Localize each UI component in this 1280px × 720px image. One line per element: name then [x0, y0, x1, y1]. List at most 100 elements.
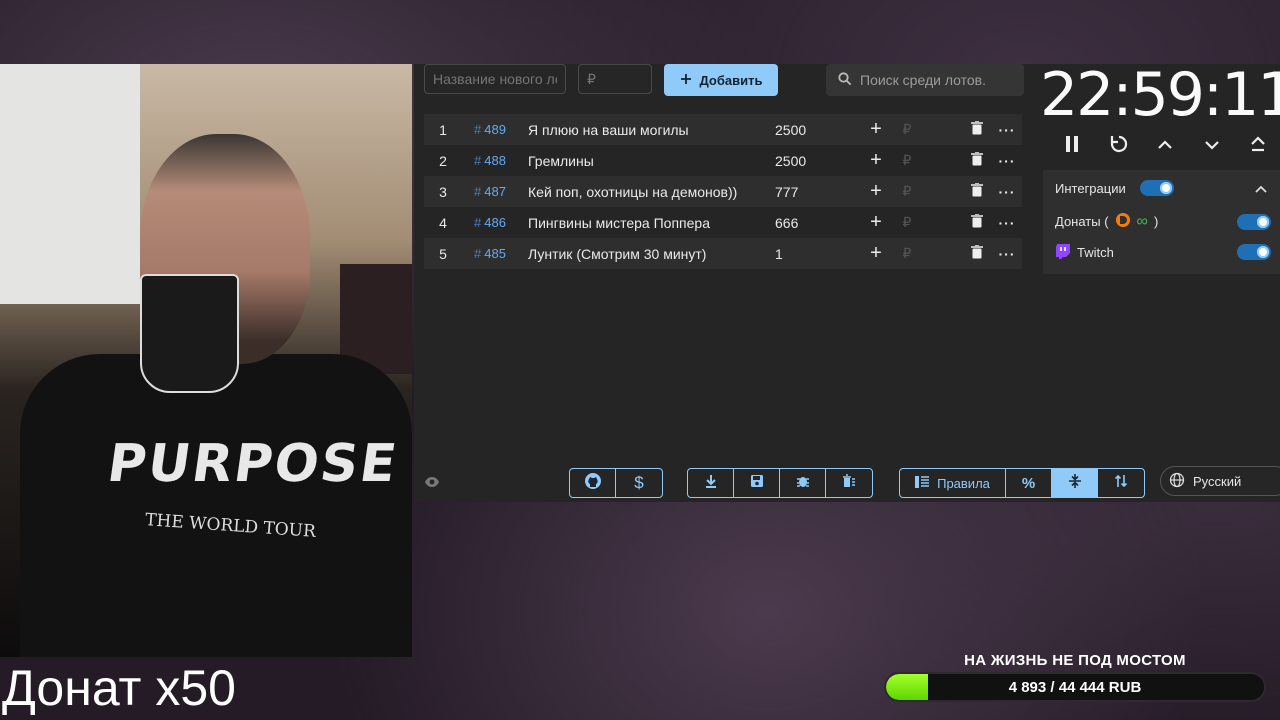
- donation-multiplier-text: Донат x50: [2, 660, 236, 716]
- delete-lot-button[interactable]: [962, 120, 992, 138]
- delete-lot-button[interactable]: [962, 151, 992, 169]
- add-amount-button[interactable]: +: [865, 211, 887, 234]
- download-button[interactable]: [688, 469, 734, 497]
- add-amount-button[interactable]: +: [865, 180, 887, 203]
- reset-timer-button[interactable]: [1097, 132, 1141, 160]
- increase-time-button[interactable]: [1143, 132, 1187, 160]
- lot-id: 485: [484, 246, 506, 261]
- lot-price-input[interactable]: [578, 64, 652, 94]
- lot-amount: 2500: [775, 121, 807, 138]
- lot-id-link[interactable]: #487: [462, 184, 518, 199]
- lot-add-amount-input[interactable]: ₽: [887, 214, 927, 231]
- add-amount-button[interactable]: +: [865, 118, 887, 141]
- clear-list-icon: [842, 473, 856, 493]
- chevron-up-icon[interactable]: [1255, 181, 1267, 196]
- plus-icon: +: [870, 242, 882, 264]
- globe-icon: [1169, 472, 1185, 491]
- add-amount-button[interactable]: +: [865, 242, 887, 265]
- more-options-button[interactable]: ···: [992, 184, 1022, 200]
- add-lot-label: Добавить: [699, 72, 763, 88]
- language-select[interactable]: Русский: [1160, 466, 1280, 496]
- lot-row: 4 #486 Пингвины мистера Поппера 666 + ₽ ···: [424, 207, 1022, 238]
- hash-icon: #: [474, 184, 482, 199]
- integrations-panel: Интеграции Донаты ( ∞ ) Twitch: [1043, 170, 1280, 274]
- timer-controls: [1050, 132, 1280, 160]
- lot-search[interactable]: Поиск среди лотов.: [826, 64, 1024, 96]
- clear-lots-button[interactable]: [826, 469, 872, 497]
- more-options-button[interactable]: ···: [992, 122, 1022, 138]
- lot-name-input[interactable]: [424, 64, 566, 94]
- rules-button[interactable]: Правила: [900, 469, 1006, 497]
- more-options-button[interactable]: ···: [992, 246, 1022, 262]
- hash-icon: #: [474, 246, 482, 261]
- bug-report-button[interactable]: [780, 469, 826, 497]
- auction-timer: 22:59:11: [1040, 60, 1280, 130]
- pause-icon: [1064, 135, 1080, 158]
- bug-icon: [796, 474, 810, 493]
- twitch-row: Twitch: [1055, 243, 1114, 262]
- lot-amount: 2500: [775, 152, 807, 169]
- github-button[interactable]: [570, 469, 616, 497]
- lot-add-amount-input[interactable]: ₽: [887, 183, 927, 200]
- lot-index: 2: [439, 152, 447, 169]
- lot-amount: 666: [775, 214, 799, 231]
- bottom-toolbar: $ Правила % Русский: [414, 466, 1280, 498]
- save-button[interactable]: [734, 469, 780, 497]
- lot-add-amount-input[interactable]: ₽: [887, 121, 927, 138]
- restart-icon: [1109, 134, 1129, 159]
- search-placeholder: Поиск среди лотов.: [860, 72, 986, 88]
- search-icon: [838, 71, 852, 89]
- delete-lot-button[interactable]: [962, 182, 992, 200]
- eject-icon: [1250, 135, 1266, 157]
- webcam-mug: [140, 274, 239, 393]
- lot-index: 1: [439, 121, 447, 138]
- lot-id-link[interactable]: #486: [462, 215, 518, 230]
- lot-index: 5: [439, 245, 447, 262]
- add-lot-button[interactable]: Добавить: [664, 64, 778, 96]
- donate-button[interactable]: $: [616, 469, 662, 497]
- lot-id-link[interactable]: #488: [462, 153, 518, 168]
- save-icon: [750, 474, 764, 493]
- donations-label: Донаты (: [1055, 214, 1109, 229]
- delete-lot-button[interactable]: [962, 213, 992, 231]
- decrease-time-button[interactable]: [1190, 132, 1234, 160]
- hash-icon: #: [474, 153, 482, 168]
- plus-icon: [680, 73, 692, 88]
- more-horizontal-icon: ···: [998, 214, 1016, 231]
- language-label: Русский: [1193, 473, 1242, 489]
- lot-id-link[interactable]: #489: [462, 122, 518, 137]
- lot-id-link[interactable]: #485: [462, 246, 518, 261]
- delete-lot-button[interactable]: [962, 244, 992, 262]
- trash-icon: [971, 120, 983, 138]
- more-options-button[interactable]: ···: [992, 215, 1022, 231]
- percent-button[interactable]: %: [1006, 469, 1052, 497]
- donationalerts-icon: [1115, 212, 1131, 231]
- lot-index: 3: [439, 183, 447, 200]
- file-button-group: [687, 468, 873, 498]
- donations-row: Донаты ( ∞ ): [1055, 212, 1158, 231]
- percent-icon: %: [1021, 474, 1036, 492]
- lot-add-amount-input[interactable]: ₽: [887, 152, 927, 169]
- pause-button[interactable]: [1050, 132, 1094, 160]
- trash-icon: [971, 244, 983, 262]
- add-amount-button[interactable]: +: [865, 149, 887, 172]
- more-options-button[interactable]: ···: [992, 153, 1022, 169]
- lot-add-amount-input[interactable]: ₽: [887, 245, 927, 262]
- collapse-button[interactable]: [1236, 132, 1280, 160]
- github-icon: [584, 472, 602, 495]
- sort-button[interactable]: [1098, 469, 1144, 497]
- lot-row: 1 #489 Я плюю на ваши могилы 2500 + ₽ ···: [424, 114, 1022, 145]
- integrations-toggle[interactable]: [1139, 180, 1174, 196]
- twitch-toggle[interactable]: [1237, 244, 1271, 260]
- links-button-group: $: [569, 468, 663, 498]
- twitch-label: Twitch: [1077, 245, 1114, 260]
- eye-icon[interactable]: [424, 475, 440, 493]
- lot-row: 2 #488 Гремлины 2500 + ₽ ···: [424, 145, 1022, 176]
- integrations-title: Интеграции: [1055, 180, 1126, 196]
- lot-id: 488: [484, 153, 506, 168]
- lot-id: 489: [484, 122, 506, 137]
- rules-label: Правила: [937, 475, 990, 491]
- donations-toggle[interactable]: [1237, 214, 1271, 230]
- download-icon: [704, 474, 718, 493]
- compact-view-button[interactable]: [1052, 469, 1098, 497]
